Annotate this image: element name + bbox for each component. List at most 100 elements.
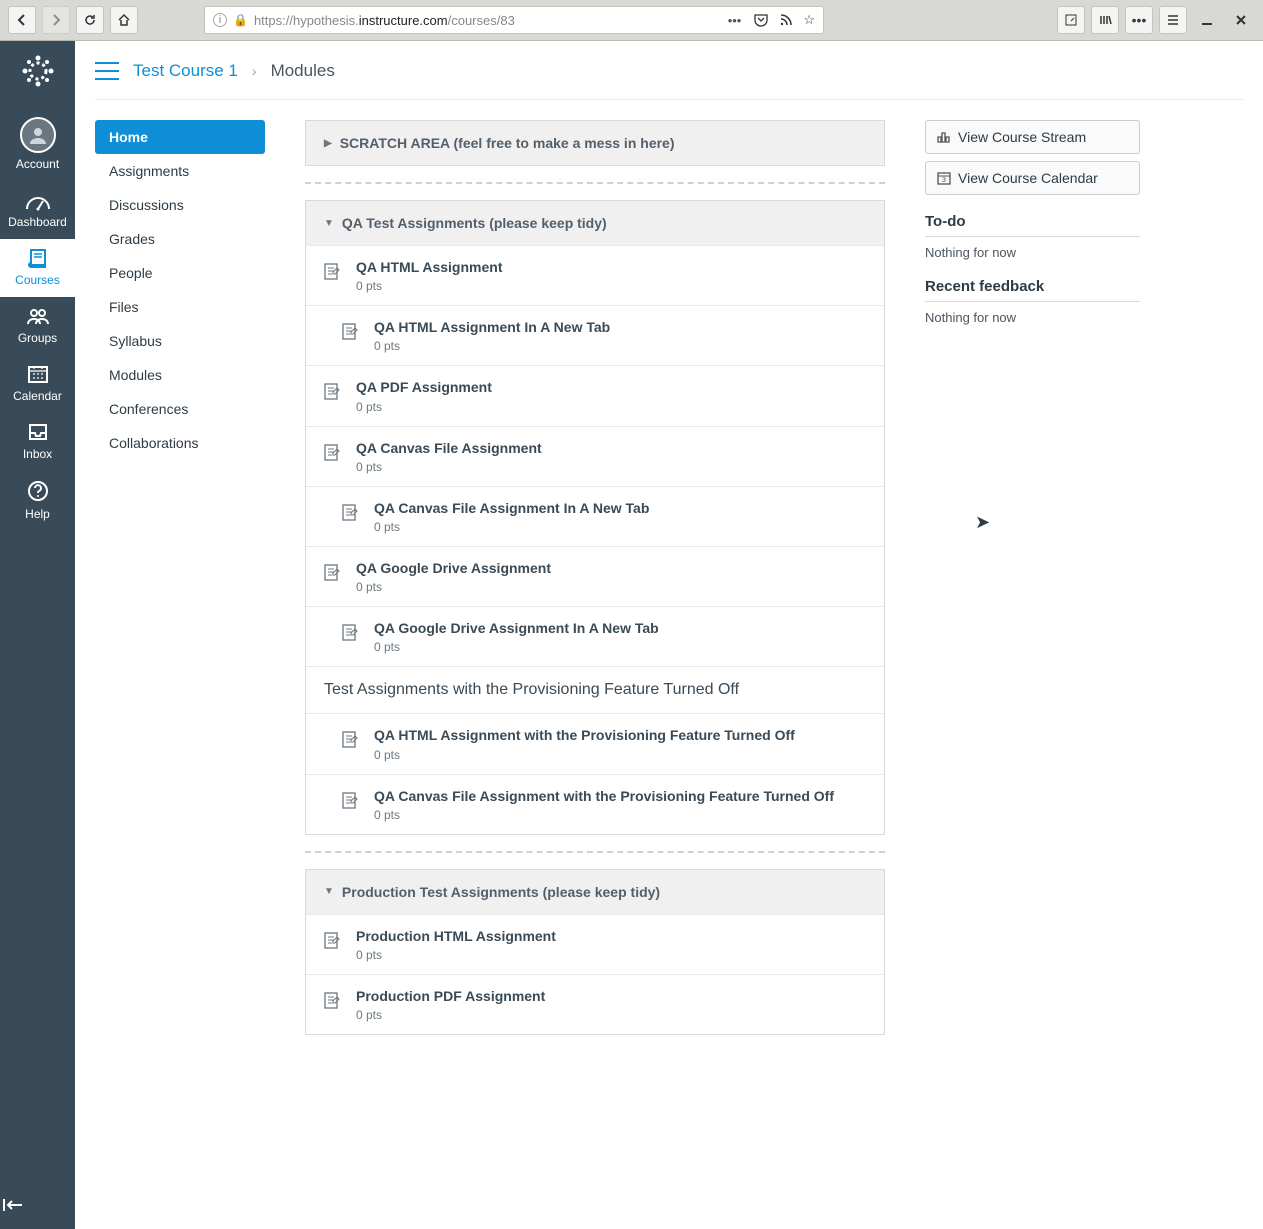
nav-courses[interactable]: Courses xyxy=(0,239,75,297)
calendar-small-icon: 3 xyxy=(936,170,952,186)
canvas-logo[interactable] xyxy=(18,51,58,91)
bookmark-star-icon[interactable]: ☆ xyxy=(803,12,815,28)
module-item[interactable]: QA Canvas File Assignment with the Provi… xyxy=(306,774,884,834)
reload-button[interactable] xyxy=(76,6,104,34)
assignment-icon xyxy=(340,503,360,523)
back-button[interactable] xyxy=(8,6,36,34)
app-menu-button[interactable] xyxy=(1159,6,1187,34)
book-icon xyxy=(25,247,51,269)
sidebar-toggle-button[interactable] xyxy=(1057,6,1085,34)
modules-list: ▶ SCRATCH AREA (feel free to make a mess … xyxy=(305,120,885,1035)
nav-account[interactable]: Account xyxy=(0,109,75,181)
pocket-icon[interactable] xyxy=(753,12,769,28)
minimize-button[interactable] xyxy=(1193,6,1221,34)
module-item-title: QA Canvas File Assignment xyxy=(356,439,542,457)
module-item-points: 0 pts xyxy=(374,520,649,534)
module-header[interactable]: ▶ SCRATCH AREA (feel free to make a mess … xyxy=(306,121,884,165)
triangle-down-icon: ▼ xyxy=(324,886,334,897)
assignment-icon xyxy=(340,791,360,811)
module-item[interactable]: QA HTML Assignment0 pts xyxy=(306,245,884,305)
forward-button[interactable] xyxy=(42,6,70,34)
nav-account-label: Account xyxy=(16,157,59,171)
module-item-title: QA Canvas File Assignment with the Provi… xyxy=(374,787,834,805)
course-nav-item[interactable]: Assignments xyxy=(95,154,265,188)
module-item[interactable]: QA Canvas File Assignment In A New Tab 0 … xyxy=(306,486,884,546)
divider xyxy=(925,236,1140,237)
close-button[interactable] xyxy=(1227,6,1255,34)
rss-icon[interactable] xyxy=(779,13,793,27)
module-item-title: Production HTML Assignment xyxy=(356,927,556,945)
nav-dashboard[interactable]: Dashboard xyxy=(0,181,75,239)
triangle-right-icon: ▶ xyxy=(324,138,332,149)
nav-groups[interactable]: Groups xyxy=(0,297,75,355)
course-menu-toggle[interactable] xyxy=(95,62,119,80)
overflow-button[interactable]: ••• xyxy=(1125,6,1153,34)
course-nav-item[interactable]: Collaborations xyxy=(95,426,265,460)
course-nav-item[interactable]: Modules xyxy=(95,358,265,392)
right-sidebar: View Course Stream 3 View Course Calenda… xyxy=(925,120,1140,1035)
module-item[interactable]: QA PDF Assignment0 pts xyxy=(306,365,884,425)
site-info-icon[interactable]: i xyxy=(213,13,227,27)
assignment-icon xyxy=(340,322,360,342)
browser-toolbar: i 🔒 https://hypothesis.instructure.com/c… xyxy=(0,0,1263,41)
module-title: SCRATCH AREA (feel free to make a mess i… xyxy=(340,135,675,151)
view-course-stream-label: View Course Stream xyxy=(958,129,1086,145)
module-item[interactable]: Production PDF Assignment0 pts xyxy=(306,974,884,1034)
assignment-icon xyxy=(322,443,342,463)
url-bar[interactable]: i 🔒 https://hypothesis.instructure.com/c… xyxy=(204,6,824,34)
breadcrumb-current: Modules xyxy=(271,61,335,81)
nav-help[interactable]: Help xyxy=(0,471,75,531)
module-item[interactable]: QA Google Drive Assignment0 pts xyxy=(306,546,884,606)
module-item-title: QA Canvas File Assignment In A New Tab xyxy=(374,499,649,517)
module-item-title: QA PDF Assignment xyxy=(356,378,492,396)
module-item-points: 0 pts xyxy=(374,339,610,353)
breadcrumb-course-link[interactable]: Test Course 1 xyxy=(133,61,238,81)
view-course-calendar-button[interactable]: 3 View Course Calendar xyxy=(925,161,1140,195)
module-title: QA Test Assignments (please keep tidy) xyxy=(342,215,607,231)
module: ▶ SCRATCH AREA (feel free to make a mess … xyxy=(305,120,885,166)
module-item-title: QA HTML Assignment In A New Tab xyxy=(374,318,610,336)
nav-help-label: Help xyxy=(25,507,50,521)
course-nav-item[interactable]: Conferences xyxy=(95,392,265,426)
course-nav-item[interactable]: Files xyxy=(95,290,265,324)
module-item[interactable]: Production HTML Assignment 0 pts xyxy=(306,914,884,974)
lock-icon: 🔒 xyxy=(233,13,248,27)
nav-calendar[interactable]: Calendar xyxy=(0,355,75,413)
nav-collapse-button[interactable] xyxy=(0,1195,75,1215)
page-actions-icon[interactable]: ••• xyxy=(728,13,742,28)
course-nav-item[interactable]: Home xyxy=(95,120,265,154)
todo-empty-text: Nothing for now xyxy=(925,245,1140,260)
module-item[interactable]: QA Google Drive Assignment In A New Tab0… xyxy=(306,606,884,666)
svg-text:3: 3 xyxy=(942,177,946,184)
main-content: Test Course 1 › Modules HomeAssignmentsD… xyxy=(75,41,1263,1229)
module-item[interactable]: QA Canvas File Assignment0 pts xyxy=(306,426,884,486)
nav-inbox[interactable]: Inbox xyxy=(0,413,75,471)
course-nav-item[interactable]: Grades xyxy=(95,222,265,256)
module-item[interactable]: QA HTML Assignment In A New Tab 0 pts xyxy=(306,305,884,365)
course-nav-item[interactable]: Discussions xyxy=(95,188,265,222)
view-course-calendar-label: View Course Calendar xyxy=(958,170,1098,186)
course-nav-item[interactable]: Syllabus xyxy=(95,324,265,358)
assignment-icon xyxy=(322,382,342,402)
feedback-heading: Recent feedback xyxy=(925,278,1140,295)
help-icon xyxy=(26,479,50,503)
view-course-stream-button[interactable]: View Course Stream xyxy=(925,120,1140,154)
course-nav-item[interactable]: People xyxy=(95,256,265,290)
module-header[interactable]: ▼Production Test Assignments (please kee… xyxy=(306,870,884,914)
module-subheader: Test Assignments with the Provisioning F… xyxy=(306,666,884,713)
module-item[interactable]: QA HTML Assignment with the Provisioning… xyxy=(306,713,884,773)
module-header[interactable]: ▼QA Test Assignments (please keep tidy) xyxy=(306,201,884,245)
module: ▼Production Test Assignments (please kee… xyxy=(305,869,885,1035)
module-item-points: 0 pts xyxy=(356,948,556,962)
calendar-icon xyxy=(26,363,50,385)
assignment-icon xyxy=(322,931,342,951)
module-item-points: 0 pts xyxy=(374,808,834,822)
avatar-icon xyxy=(20,117,56,153)
url-text: https://hypothesis.instructure.com/cours… xyxy=(254,13,515,28)
assignment-icon xyxy=(340,730,360,750)
global-nav: Account Dashboard Courses Groups Calenda… xyxy=(0,41,75,1229)
feedback-empty-text: Nothing for now xyxy=(925,310,1140,325)
course-nav: HomeAssignmentsDiscussionsGradesPeopleFi… xyxy=(95,120,265,1035)
library-button[interactable] xyxy=(1091,6,1119,34)
home-button[interactable] xyxy=(110,6,138,34)
